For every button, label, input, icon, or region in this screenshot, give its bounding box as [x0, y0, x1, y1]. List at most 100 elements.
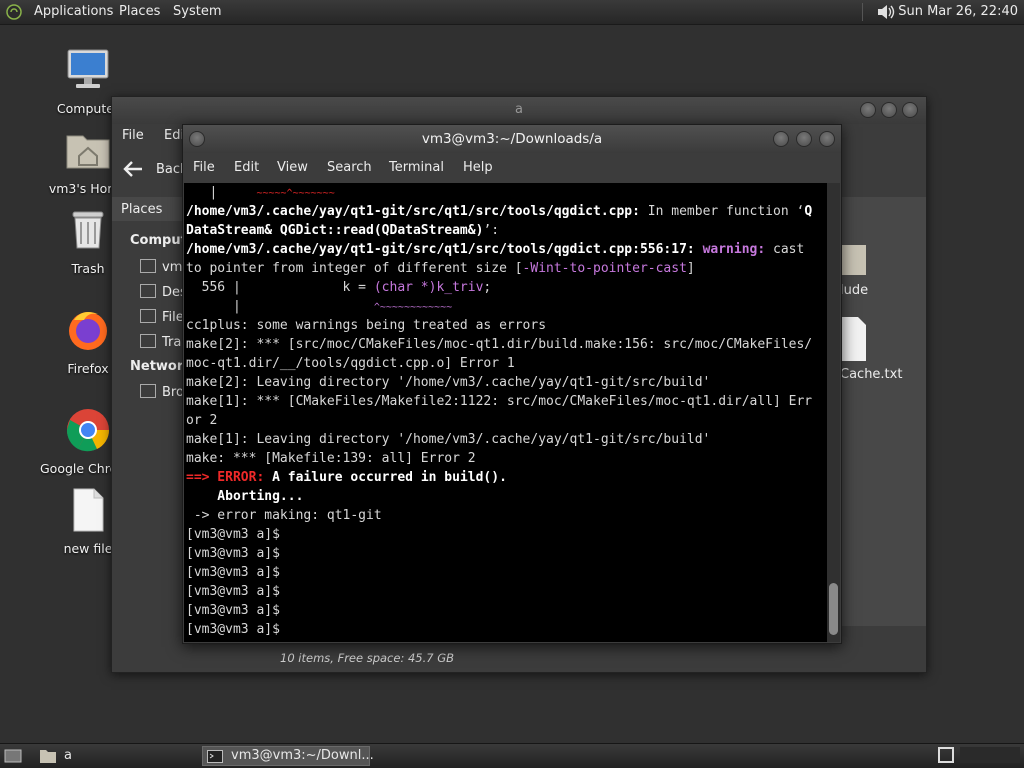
terminal-titlebar[interactable]: vm3@vm3:~/Downloads/a: [183, 125, 841, 153]
menu-edit[interactable]: Edit: [234, 160, 259, 175]
workspace-switcher-1[interactable]: [938, 747, 954, 763]
text-file-icon: [840, 317, 866, 361]
sidebar-places-header[interactable]: Places: [112, 197, 184, 221]
task-label: vm3@vm3:~/Downl...: [231, 748, 374, 763]
system-menu[interactable]: System: [173, 4, 221, 19]
trash-icon: [72, 211, 104, 249]
terminal-text-segment: DataStream& QGDict::read(QDataStream&): [186, 223, 484, 238]
terminal-line: DataStream& QGDict::read(QDataStream&)’:: [186, 221, 812, 240]
terminal-text-segment: [vm3@vm3 a]$: [186, 584, 280, 599]
menu-search[interactable]: Search: [327, 160, 372, 175]
terminal-line: make[2]: *** [src/moc/CMakeFiles/moc-qt1…: [186, 335, 812, 354]
menu-file[interactable]: File: [193, 160, 215, 175]
network-icon: [140, 384, 156, 398]
applications-menu[interactable]: Applications: [34, 4, 113, 19]
terminal-text-segment: make[1]: Leaving directory '/home/vm3/.c…: [186, 432, 711, 447]
terminal-text-segment: or 2: [186, 413, 218, 428]
terminal-line: to pointer from integer of different siz…: [186, 259, 812, 278]
file-manager-title: a: [515, 102, 523, 117]
workspace-switcher-2[interactable]: [960, 747, 1020, 763]
computer-icon: [67, 49, 109, 88]
desktop-icon: [140, 284, 156, 298]
terminal-text-segment: make[2]: *** [src/moc/CMakeFiles/moc-qt1…: [186, 337, 813, 352]
close-button[interactable]: [902, 102, 918, 118]
show-desktop-icon[interactable]: [4, 748, 22, 764]
minimize-button[interactable]: [860, 102, 876, 118]
terminal-line: moc-qt1.dir/__/tools/qgdict.cpp.o] Error…: [186, 354, 812, 373]
folder-icon: [40, 750, 56, 763]
task-label: a: [64, 748, 72, 763]
terminal-line: [vm3@vm3 a]$: [186, 563, 812, 582]
terminal-text-segment: (char *)k_triv: [373, 280, 484, 295]
terminal-output[interactable]: | ~~~~~^~~~~~~~ /home/vm3/.cache/yay/qt1-…: [184, 183, 827, 642]
terminal-text-segment: moc-qt1.dir/__/tools/qgdict.cpp.o] Error…: [186, 356, 515, 371]
maximize-button[interactable]: [881, 102, 897, 118]
folder-item-include[interactable]: lude: [840, 241, 920, 298]
terminal-scrollbar[interactable]: [827, 183, 840, 642]
terminal-lines: | ~~~~~^~~~~~~~ /home/vm3/.cache/yay/qt1-…: [186, 183, 812, 639]
item-label: Cache.txt: [840, 367, 903, 382]
menu-file[interactable]: File: [122, 128, 144, 143]
mate-logo-icon[interactable]: [6, 4, 22, 20]
close-button[interactable]: [819, 131, 835, 147]
bottom-panel: a vm3@vm3:~/Downl...: [0, 743, 1024, 768]
terminal-text-segment: to pointer from integer of different siz…: [186, 261, 523, 276]
terminal-line: or 2: [186, 411, 812, 430]
chrome-icon: [66, 409, 110, 452]
text-file-icon: [73, 488, 104, 532]
file-manager-titlebar[interactable]: a: [112, 97, 926, 124]
clock[interactable]: Sun Mar 26, 22:40: [898, 4, 1018, 19]
back-arrow-icon[interactable]: [122, 160, 144, 178]
terminal-text-segment: [vm3@vm3 a]$: [186, 546, 280, 561]
terminal-line: | ^~~~~~~~~~~~~: [186, 297, 812, 316]
maximize-button[interactable]: [796, 131, 812, 147]
firefox-icon: [69, 312, 107, 350]
terminal-line: cc1plus: some warnings being treated as …: [186, 316, 812, 335]
terminal-line: /home/vm3/.cache/yay/qt1-git/src/qt1/src…: [186, 202, 812, 221]
terminal-text-segment: [vm3@vm3 a]$: [186, 565, 280, 580]
terminal-line: [vm3@vm3 a]$: [186, 525, 812, 544]
sidebar-places-label: Places: [121, 202, 163, 217]
drive-icon: [140, 309, 156, 323]
home-icon: [140, 259, 156, 273]
terminal-text-segment: ;: [483, 280, 492, 295]
terminal-text-segment: ]: [686, 261, 695, 276]
task-terminal[interactable]: vm3@vm3:~/Downl...: [202, 746, 374, 766]
minimize-button[interactable]: [773, 131, 789, 147]
terminal-line: make[2]: Leaving directory '/home/vm3/.c…: [186, 373, 812, 392]
menu-terminal[interactable]: Terminal: [389, 160, 444, 175]
terminal-text-segment: -> error making: qt1-git: [186, 508, 382, 523]
file-manager-sidebar: Places Computer vm3 Desktop File System …: [112, 197, 268, 626]
trash-icon: [140, 334, 156, 348]
scrollbar-thumb[interactable]: [829, 583, 838, 635]
terminal-text-segment: [vm3@vm3 a]$: [186, 622, 280, 637]
file-item-cache[interactable]: Cache.txt: [840, 317, 920, 382]
terminal-line: make: *** [Makefile:139: all] Error 2: [186, 449, 812, 468]
terminal-title: vm3@vm3:~/Downloads/a: [421, 131, 603, 147]
terminal-text-segment: cast: [765, 242, 805, 257]
status-text: 10 items, Free space: 45.7 GB: [280, 651, 455, 665]
terminal-line: [vm3@vm3 a]$: [186, 544, 812, 563]
terminal-text-segment: |: [186, 185, 257, 200]
terminal-text-segment: make: *** [Makefile:139: all] Error 2: [186, 451, 476, 466]
terminal-icon: [207, 750, 223, 763]
terminal-text-segment: Aborting...: [186, 489, 304, 504]
folder-icon: [840, 245, 866, 275]
terminal-line: [vm3@vm3 a]$: [186, 620, 812, 639]
terminal-line: /home/vm3/.cache/yay/qt1-git/src/qt1/src…: [186, 240, 812, 259]
terminal-text-segment: ~~~~~^~~~~~~~: [256, 188, 335, 199]
task-file-manager[interactable]: a: [36, 746, 196, 766]
menu-help[interactable]: Help: [463, 160, 493, 175]
places-menu[interactable]: Places: [119, 4, 160, 19]
file-manager-content: lude Cache.txt: [832, 197, 926, 626]
terminal-line: 556 | k = (char *)k_triv;: [186, 278, 812, 297]
menu-view[interactable]: View: [277, 160, 308, 175]
volume-icon[interactable]: [876, 4, 896, 20]
terminal-text-segment: [vm3@vm3 a]$: [186, 603, 280, 618]
terminal-text-segment: A failure occurred in build().: [264, 470, 507, 485]
terminal-line: [vm3@vm3 a]$: [186, 601, 812, 620]
terminal-text-segment: ’:: [483, 223, 500, 238]
home-folder-icon: [66, 135, 110, 169]
terminal-line: Aborting...: [186, 487, 812, 506]
